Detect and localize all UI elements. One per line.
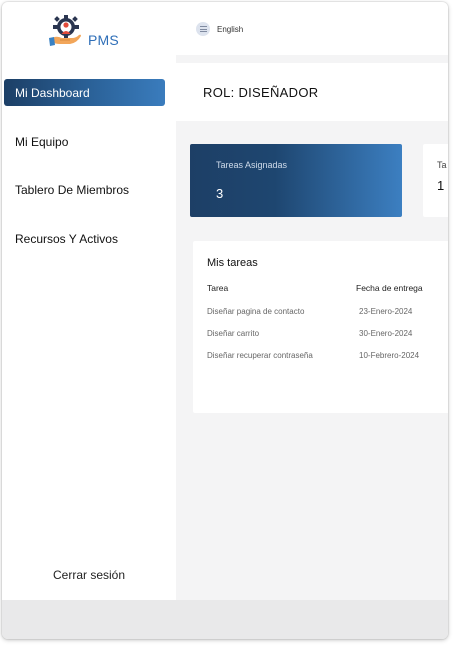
task-date: 23-Enero-2024 — [359, 307, 413, 316]
menu-lines-icon — [196, 22, 210, 36]
column-header-tarea: Tarea — [207, 283, 229, 293]
language-label: English — [217, 24, 244, 34]
sidebar-item-label: Mi Dashboard — [15, 85, 90, 100]
sidebar-item-label: Mi Equipo — [15, 134, 69, 149]
sidebar-item-mi-dashboard[interactable]: Mi Dashboard — [4, 79, 165, 106]
gear-with-hand-person-icon — [46, 13, 86, 58]
task-name: Diseñar recuperar contraseña — [207, 351, 313, 360]
sidebar: PMS Mi Dashboard Mi Equipo Tablero De Mi… — [2, 2, 176, 600]
task-date: 30-Enero-2024 — [359, 329, 413, 338]
card-label: Tareas Asignadas — [216, 160, 288, 170]
task-name: Diseñar pagina de contacto — [207, 307, 305, 316]
task-name: Diseñar carrito — [207, 329, 260, 338]
sidebar-item-recursos-y-activos[interactable]: Recursos Y Activos — [4, 225, 165, 252]
task-date: 10-Febrero-2024 — [359, 351, 420, 360]
logo[interactable]: PMS — [46, 12, 136, 58]
tasks-title: Mis tareas — [207, 257, 258, 269]
sidebar-item-label: Recursos Y Activos — [15, 231, 118, 246]
language-selector[interactable]: English — [196, 22, 243, 36]
topbar: English — [176, 2, 448, 55]
footer-strip — [2, 600, 448, 639]
logo-text: PMS — [88, 32, 119, 48]
sidebar-item-mi-equipo[interactable]: Mi Equipo — [4, 128, 165, 155]
stats-card[interactable]: Ta 1 — [423, 144, 454, 217]
card-label: Ta — [437, 160, 447, 170]
card-value: 1 — [437, 178, 445, 193]
logout-button[interactable]: Cerrar sesión — [2, 568, 176, 582]
role-bar: ROL: DISEÑADOR — [176, 63, 448, 121]
assigned-tasks-card[interactable]: Tareas Asignadas 3 — [190, 144, 402, 217]
tasks-panel: Mis tareas Tarea Fecha de entrega Diseña… — [193, 241, 454, 413]
card-value: 3 — [216, 186, 224, 201]
sidebar-item-label: Tablero De Miembros — [15, 182, 130, 197]
column-header-fecha: Fecha de entrega — [356, 283, 423, 293]
role-title: ROL: DISEÑADOR — [203, 85, 319, 100]
sidebar-item-tablero-de-miembros[interactable]: Tablero De Miembros — [4, 176, 165, 203]
